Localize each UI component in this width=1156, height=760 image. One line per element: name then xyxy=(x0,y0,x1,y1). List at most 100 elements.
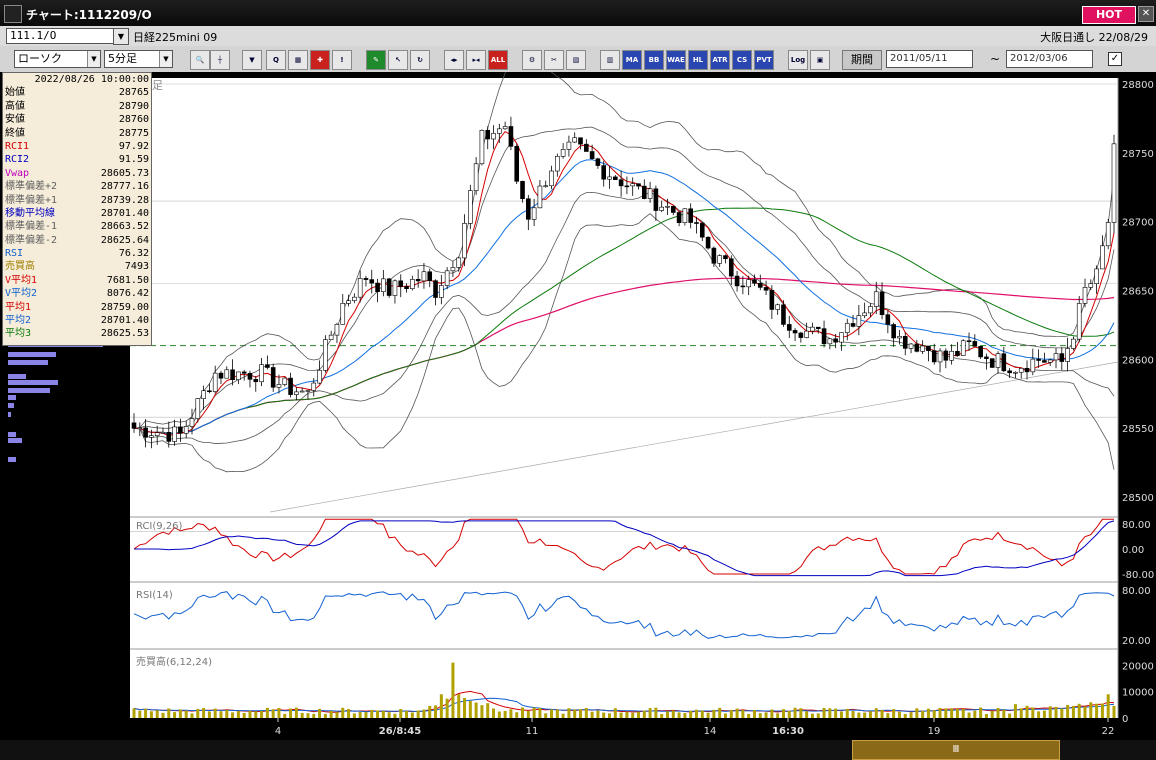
candle-body xyxy=(410,279,415,290)
candle-body xyxy=(955,350,960,356)
hl-button[interactable]: HL xyxy=(688,50,708,70)
grid-icon[interactable]: ▥ xyxy=(600,50,620,70)
volume-bar xyxy=(381,710,385,718)
candle-body xyxy=(381,278,386,293)
settings-icon[interactable]: ⚙ xyxy=(522,50,542,70)
volume-bar xyxy=(625,711,629,718)
volume-bar xyxy=(770,709,774,718)
table-icon[interactable]: ▦ xyxy=(288,50,308,70)
date-from-input[interactable]: 2011/05/11 xyxy=(886,50,973,68)
scroll-thumb[interactable]: Ⅲ xyxy=(852,740,1060,760)
candle-body xyxy=(943,350,949,361)
close-icon[interactable]: ✕ xyxy=(1138,6,1154,22)
volume-bar xyxy=(213,708,217,718)
disabled-icon[interactable]: ! xyxy=(332,50,352,70)
symbol-input[interactable]: 111.1/O xyxy=(6,28,117,44)
expand-icon[interactable]: ◂▸ xyxy=(444,50,464,70)
info-row: Vwap 28605.73 xyxy=(3,167,151,180)
date-to-input[interactable]: 2012/03/06 xyxy=(1006,50,1093,68)
candle-body xyxy=(891,324,896,339)
flag-icon[interactable]: ✚ xyxy=(310,50,330,70)
volume-bar xyxy=(602,712,606,718)
export-icon[interactable]: ▣ xyxy=(810,50,830,70)
profile-bar xyxy=(8,352,56,357)
candle-body xyxy=(560,149,566,157)
shrink-icon[interactable]: ▸◂ xyxy=(466,50,486,70)
candle-body xyxy=(717,255,722,264)
pvt-button[interactable]: PVT xyxy=(754,50,774,70)
range-checkbox[interactable]: ✓ xyxy=(1108,52,1122,66)
crosshair-icon[interactable]: ┼ xyxy=(210,50,230,70)
candle-body xyxy=(1071,338,1076,349)
info-value: 28663.52 xyxy=(100,221,149,233)
candle-body xyxy=(375,282,380,293)
volume-bar xyxy=(567,708,571,718)
hot-button[interactable]: HOT xyxy=(1082,6,1136,24)
candle-body xyxy=(212,372,218,392)
order-icon[interactable]: ▼ xyxy=(242,50,262,70)
volume-bar xyxy=(341,707,345,718)
chevron-down-icon[interactable]: ▼ xyxy=(113,28,129,45)
candle-body xyxy=(334,324,340,336)
info-label: 標準偏差+1 xyxy=(5,194,58,206)
info-row: 移動平均線 28701.40 xyxy=(3,207,151,220)
redo-icon[interactable]: ↻ xyxy=(410,50,430,70)
candle-body xyxy=(149,435,154,438)
volume-bar xyxy=(439,694,443,718)
volume-bar xyxy=(393,713,397,718)
volume-bar xyxy=(851,711,855,718)
candle-body xyxy=(1088,283,1094,288)
chart-type-select[interactable]: ローソク ▼ xyxy=(14,50,101,68)
volume-bar xyxy=(996,707,1000,718)
tools-icon[interactable]: ✂ xyxy=(544,50,564,70)
info-label: 安値 xyxy=(5,114,25,126)
candle-body xyxy=(1030,358,1036,373)
pen-icon[interactable]: ✎ xyxy=(366,50,386,70)
bb-button[interactable]: BB xyxy=(644,50,664,70)
info-row: 終値 28775 xyxy=(3,127,151,140)
info-value: 28625.64 xyxy=(100,234,149,246)
log-button[interactable]: Log xyxy=(788,50,808,70)
cs-button[interactable]: CS xyxy=(732,50,752,70)
zoom-icon[interactable]: 🔍 xyxy=(190,50,210,70)
pointer-icon[interactable]: ↖ xyxy=(388,50,408,70)
main-panel[interactable] xyxy=(130,78,1118,718)
period-button[interactable]: 期間 xyxy=(842,50,882,70)
volume-bar xyxy=(1025,705,1029,718)
info-row: 平均1 28759.00 xyxy=(3,301,151,314)
volume-bar xyxy=(544,713,548,718)
info-row: 標準偏差+1 28739.28 xyxy=(3,194,151,207)
volume-bar xyxy=(370,709,374,718)
interval-select[interactable]: 5分足 ▼ xyxy=(104,50,173,68)
atr-button[interactable]: ATR xyxy=(710,50,730,70)
palette-icon[interactable]: ▧ xyxy=(566,50,586,70)
chevron-down-icon[interactable]: ▼ xyxy=(159,51,172,67)
volume-bar xyxy=(422,709,426,718)
info-row: 平均3 28625.53 xyxy=(3,327,151,340)
candle-body xyxy=(763,287,769,291)
candle-body xyxy=(868,306,873,314)
chevron-down-icon[interactable]: ▼ xyxy=(87,51,100,67)
candle-body xyxy=(282,377,288,385)
volume-bar xyxy=(242,712,246,718)
candle-body xyxy=(1013,371,1018,374)
info-value: 97.92 xyxy=(118,140,149,152)
volume-bar xyxy=(926,708,930,718)
volume-bar xyxy=(608,713,612,718)
candle-body xyxy=(815,326,821,329)
volume-bar xyxy=(636,711,640,718)
candle-body xyxy=(949,350,954,361)
wae-button[interactable]: WAE xyxy=(666,50,686,70)
candle-body xyxy=(920,345,925,352)
chart-area[interactable]: 足 RCI(9,26) RSI(14) 売買高(6,12,24) 28800 28… xyxy=(0,72,1156,740)
info-value: 28625.53 xyxy=(100,328,149,340)
volume-bar xyxy=(526,710,530,718)
price-tick-label: 28550 xyxy=(1122,424,1154,435)
price-tick-label: 28700 xyxy=(1122,218,1154,229)
all-button[interactable]: ALL xyxy=(488,50,508,70)
search-chart-icon[interactable]: Q xyxy=(266,50,286,70)
ma-button[interactable]: MA xyxy=(622,50,642,70)
candle-body xyxy=(589,151,595,160)
profile-bar xyxy=(8,380,58,385)
symbol-name: 日経225mini 09 xyxy=(133,31,218,44)
